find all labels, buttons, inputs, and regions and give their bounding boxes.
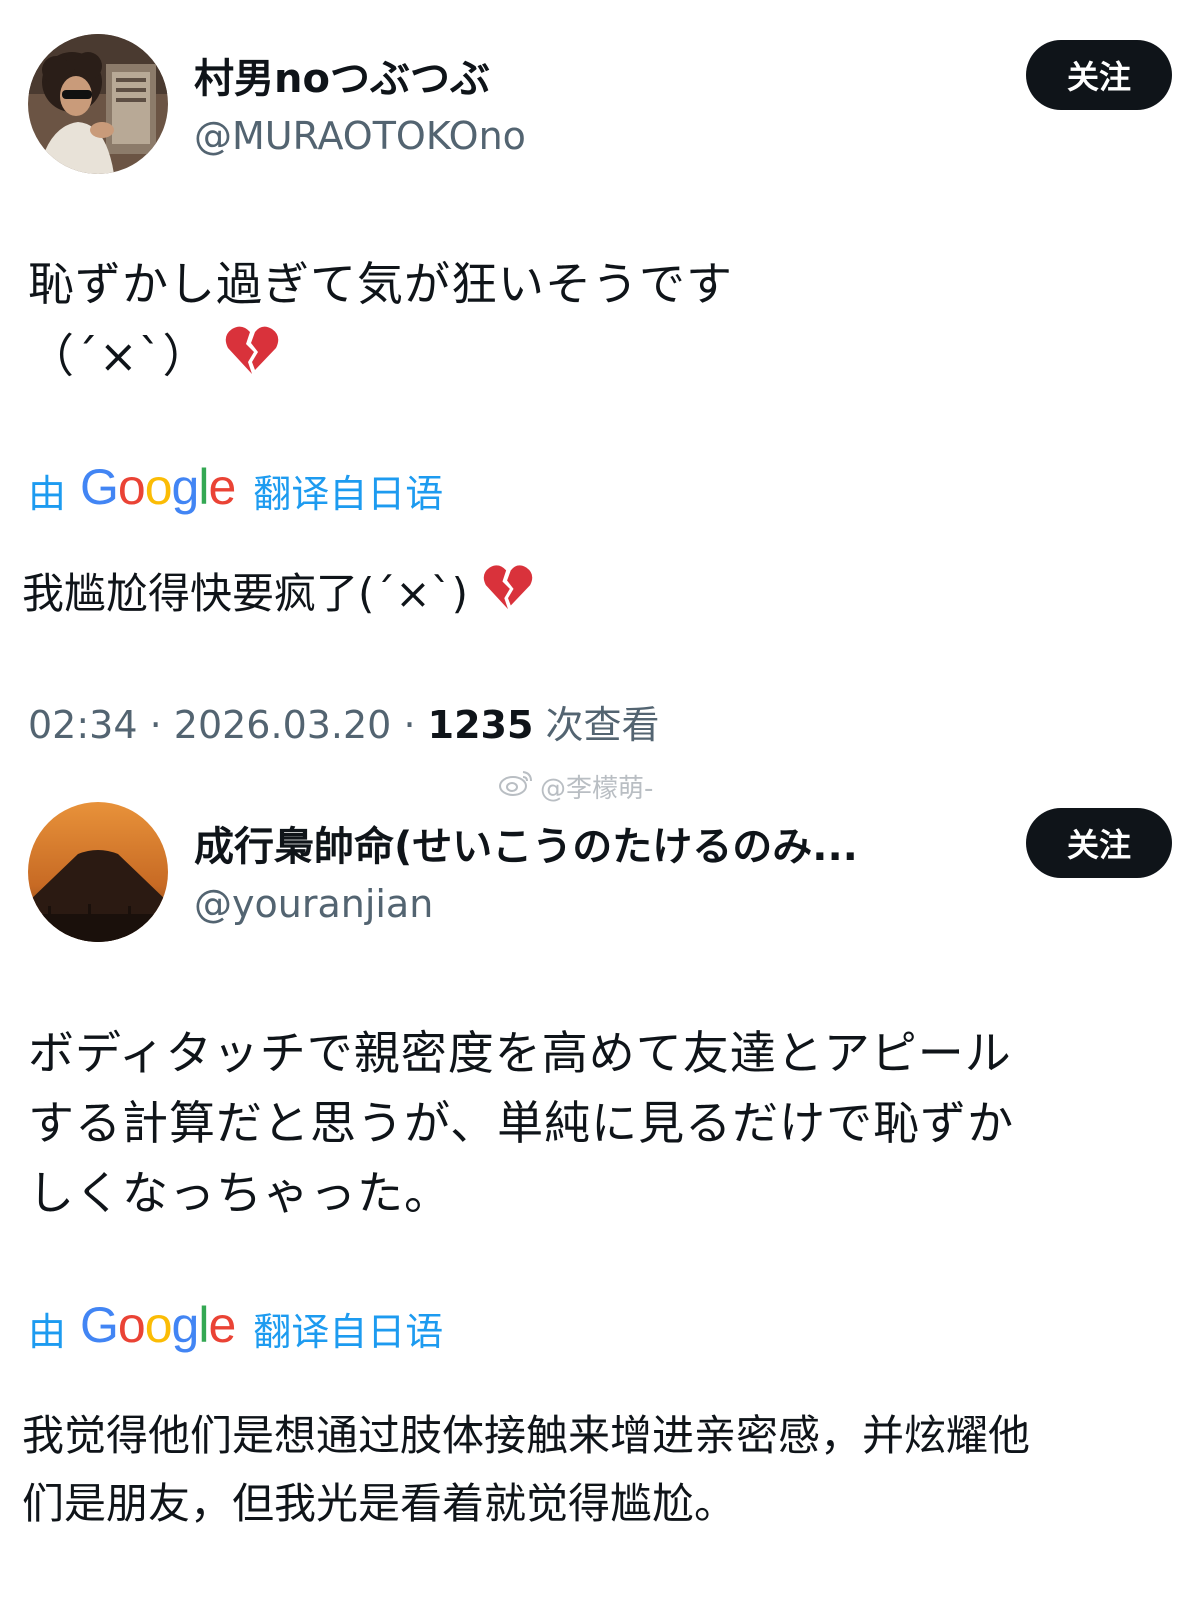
- tweet-post-1: 村男noつぶつぶ @MURAOTOKOno 关注 恥ずかし過ぎて気が狂いそうです…: [0, 0, 1200, 790]
- views-count: 1235: [427, 703, 534, 747]
- tweet-date[interactable]: 2026.03.20: [174, 703, 392, 747]
- views-label: 次查看: [545, 703, 660, 747]
- author-name[interactable]: 村男noつぶつぶ: [194, 46, 490, 104]
- translated-text-line: 们是朋友，但我光是看着就觉得尴尬。: [22, 1479, 737, 1528]
- tweet-meta: 02:34 · 2026.03.20 · 1235 次查看: [28, 694, 660, 749]
- meta-separator: ·: [403, 703, 428, 747]
- tweet-text: 恥ずかし過ぎて気が狂いそうです （´×`）: [28, 248, 1158, 396]
- tweet-text-line: ボディタッチで親密度を高めて友達とアピール: [28, 1026, 1012, 1080]
- translated-text: 我觉得他们是想通过肢体接触来增进亲密感，并炫耀他 们是朋友，但我光是看着就觉得尴…: [22, 1402, 1172, 1538]
- tweet-post-2: 成行梟帥命(せいこうのたけるのみ... @youranjian 关注 ボディタッ…: [0, 790, 1200, 1600]
- broken-heart-icon: [482, 563, 534, 631]
- google-logo: Google: [80, 1297, 236, 1353]
- tweet-text-line: しくなっちゃった。: [28, 1166, 451, 1220]
- avatar[interactable]: [28, 802, 168, 942]
- tweet-text-line: 恥ずかし過ぎて気が狂いそうです: [28, 257, 733, 311]
- translated-by-google[interactable]: 由 Google 翻译自日语: [28, 459, 444, 518]
- translated-by-google[interactable]: 由 Google 翻译自日语: [28, 1297, 444, 1356]
- tweet-text-emoticon: （´×`）: [28, 329, 210, 383]
- tweet-time[interactable]: 02:34: [28, 703, 138, 747]
- translate-prefix: 由: [28, 1309, 67, 1354]
- tweet-header: 村男noつぶつぶ @MURAOTOKOno 关注: [28, 34, 1172, 174]
- translate-suffix: 翻译自日语: [253, 1309, 444, 1354]
- translate-prefix: 由: [28, 471, 67, 516]
- author-handle[interactable]: @youranjian: [194, 882, 433, 926]
- author-name[interactable]: 成行梟帥命(せいこうのたけるのみ...: [194, 814, 858, 872]
- translated-text: 我尴尬得快要疯了(´×`): [22, 560, 1172, 631]
- follow-button[interactable]: 关注: [1026, 40, 1172, 110]
- tweet-text-line: （´×`）: [28, 320, 1158, 396]
- translated-text-content: 我尴尬得快要疯了(´×`): [22, 569, 468, 618]
- translated-text-line: 我觉得他们是想通过肢体接触来增进亲密感，并炫耀他: [22, 1411, 1031, 1460]
- tweet-text: ボディタッチで親密度を高めて友達とアピール する計算だと思うが、単純に見るだけで…: [28, 1018, 1158, 1228]
- broken-heart-icon: [224, 324, 280, 396]
- translate-suffix: 翻译自日语: [253, 471, 444, 516]
- author-handle[interactable]: @MURAOTOKOno: [194, 114, 526, 158]
- tweet-text-line: する計算だと思うが、単純に見るだけで恥ずか: [28, 1096, 1015, 1150]
- tweet-header: 成行梟帥命(せいこうのたけるのみ... @youranjian 关注: [28, 802, 1172, 942]
- follow-button[interactable]: 关注: [1026, 808, 1172, 878]
- google-logo: Google: [80, 459, 236, 515]
- meta-separator: ·: [149, 703, 174, 747]
- avatar[interactable]: [28, 34, 168, 174]
